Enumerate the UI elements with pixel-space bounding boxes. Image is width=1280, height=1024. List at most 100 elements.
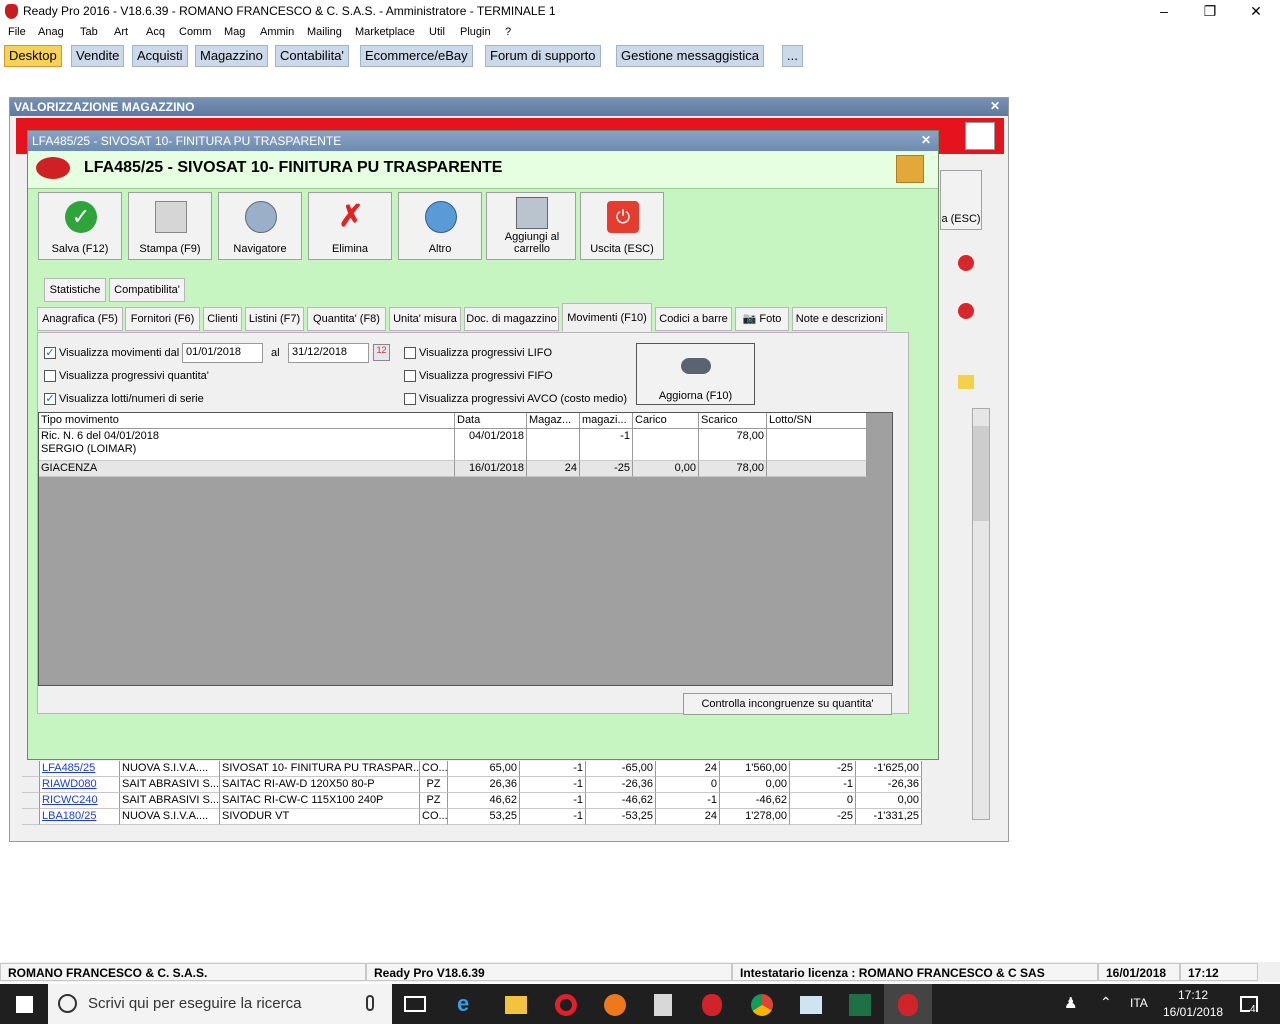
language-indicator[interactable]: ITA xyxy=(1130,996,1148,1010)
tab-clienti[interactable]: Clienti xyxy=(203,307,242,331)
tab-listini[interactable]: Listini (F7) xyxy=(245,307,304,331)
chevron-up-icon[interactable]: ⌃ xyxy=(1100,994,1112,1011)
tab-statistiche[interactable]: Statistiche xyxy=(44,278,106,302)
date-from-field[interactable]: 01/01/2018 xyxy=(182,343,263,363)
windows-start-icon[interactable] xyxy=(16,996,33,1013)
tab-desktop[interactable]: Desktop xyxy=(4,45,62,67)
readypro-active-icon[interactable] xyxy=(884,984,932,1024)
col-magazi[interactable]: magazi... xyxy=(580,413,633,429)
tab-doc-magazzino[interactable]: Doc. di magazzino xyxy=(464,307,559,331)
row-selector[interactable] xyxy=(22,777,40,793)
tab-magazzino[interactable]: Magazzino xyxy=(195,45,268,67)
tab-vendite[interactable]: Vendite xyxy=(71,45,125,67)
tab-contabilita[interactable]: Contabilita' xyxy=(275,45,349,67)
maximize-icon[interactable]: ❐ xyxy=(1187,0,1233,24)
chrome-icon[interactable] xyxy=(751,994,773,1016)
grid-cell: -1'331,25 xyxy=(856,809,922,825)
article-code-link[interactable]: LBA180/25 xyxy=(40,809,120,825)
checkbox-fifo[interactable] xyxy=(404,370,416,382)
calculator-icon[interactable] xyxy=(654,994,672,1016)
menu-item[interactable]: Art xyxy=(114,26,128,38)
folder-icon[interactable] xyxy=(958,375,974,389)
tab-quantita[interactable]: Quantita' (F8) xyxy=(307,307,386,331)
edge-icon[interactable]: e xyxy=(457,993,479,1016)
menu-item[interactable]: Mailing xyxy=(307,26,342,38)
col-tipo[interactable]: Tipo movimento xyxy=(39,413,455,429)
tab-ecommerce[interactable]: Ecommerce/eBay xyxy=(360,45,473,67)
print-button[interactable]: Stampa (F9) xyxy=(128,192,212,260)
close-icon[interactable]: ✕ xyxy=(990,99,1000,113)
row-selector[interactable] xyxy=(22,793,40,809)
menu-item[interactable]: Mag xyxy=(224,26,245,38)
menu-item[interactable]: Anag xyxy=(38,26,64,38)
checkbox-lifo[interactable] xyxy=(404,347,416,359)
people-icon[interactable]: ♟ xyxy=(1064,994,1080,1012)
tab-foto[interactable]: 📷 Foto xyxy=(735,307,789,331)
giacenza-row[interactable]: GIACENZA xyxy=(39,461,455,477)
delete-icon[interactable] xyxy=(958,303,974,319)
clock-time[interactable]: 17:12 xyxy=(1178,988,1208,1002)
menu-item[interactable]: Plugin xyxy=(460,26,491,38)
col-lotto[interactable]: Lotto/SN xyxy=(767,413,867,429)
tab-anagrafica[interactable]: Anagrafica (F5) xyxy=(37,307,123,331)
tab-messaggistica[interactable]: Gestione messaggistica xyxy=(616,45,765,67)
tab-codici-barre[interactable]: Codici a barre xyxy=(655,307,732,331)
article-code-link[interactable]: LFA485/25 xyxy=(40,761,120,777)
exit-button[interactable]: ⏻ Uscita (ESC) xyxy=(580,192,664,260)
article-code-link[interactable]: RIAWD080 xyxy=(40,777,120,793)
calendar-icon[interactable]: 12 xyxy=(373,344,390,361)
row-selector[interactable] xyxy=(22,761,40,777)
tab-acquisti[interactable]: Acquisti xyxy=(132,45,188,67)
col-data[interactable]: Data xyxy=(455,413,527,429)
table-row[interactable]: Ric. N. 6 del 04/01/2018 SERGIO (LOIMAR) xyxy=(39,429,455,461)
article-code-link[interactable]: RICWC240 xyxy=(40,793,120,809)
scroll-thumb[interactable] xyxy=(973,426,989,521)
tab-more[interactable]: ... xyxy=(782,45,803,67)
checkbox-prog-quantita[interactable] xyxy=(44,370,56,382)
taskbar-search[interactable]: Scrivi qui per eseguire la ricerca xyxy=(48,984,392,1024)
explorer-icon[interactable] xyxy=(505,996,527,1014)
save-button[interactable]: ✓ Salva (F12) xyxy=(38,192,122,260)
add-to-cart-button[interactable]: Aggiungi al carrello xyxy=(486,192,576,260)
opera-icon[interactable] xyxy=(555,994,577,1016)
menu-item[interactable]: Marketplace xyxy=(355,26,415,38)
check-incongruenze-button[interactable]: Controlla incongruenze su quantita' xyxy=(683,693,892,715)
navigator-button[interactable]: Navigatore xyxy=(218,192,302,260)
menu-item[interactable]: Acq xyxy=(146,26,165,38)
menu-item[interactable]: Ammin xyxy=(260,26,294,38)
date-to-field[interactable]: 31/12/2018 xyxy=(288,343,369,363)
checkbox-avco[interactable] xyxy=(404,393,416,405)
photos-icon[interactable] xyxy=(800,996,822,1014)
menu-item[interactable]: Tab xyxy=(80,26,98,38)
tab-forum[interactable]: Forum di supporto xyxy=(485,45,601,67)
excel-icon[interactable] xyxy=(849,994,871,1016)
aggiorna-button[interactable]: Aggiorna (F10) xyxy=(636,343,755,405)
menu-item[interactable]: ? xyxy=(505,26,511,38)
tab-note[interactable]: Note e descrizioni xyxy=(792,307,887,331)
tab-movimenti[interactable]: Movimenti (F10) xyxy=(562,303,652,332)
clock-date[interactable]: 16/01/2018 xyxy=(1163,1005,1223,1019)
other-button[interactable]: Altro xyxy=(398,192,482,260)
tab-fornitori[interactable]: Fornitori (F6) xyxy=(125,307,200,331)
esc-button[interactable]: a (ESC) xyxy=(940,170,982,230)
minimize-icon[interactable]: – xyxy=(1141,0,1187,24)
microphone-icon[interactable] xyxy=(366,995,374,1011)
firefox-icon[interactable] xyxy=(604,994,626,1016)
row-selector[interactable] xyxy=(22,809,40,825)
tab-unita-misura[interactable]: Unita' misura xyxy=(389,307,461,331)
close-icon[interactable]: ✕ xyxy=(921,133,931,147)
menu-item[interactable]: Comm xyxy=(179,26,211,38)
delete-button[interactable]: ✗ Elimina xyxy=(308,192,392,260)
readypro-icon[interactable] xyxy=(702,994,722,1016)
menu-item[interactable]: Util xyxy=(429,26,445,38)
task-view-icon[interactable] xyxy=(404,996,426,1012)
checkbox-lotti[interactable]: ✓ xyxy=(44,393,56,405)
delete-icon[interactable] xyxy=(958,255,974,271)
col-magaz[interactable]: Magaz... xyxy=(527,413,580,429)
col-carico[interactable]: Carico xyxy=(633,413,699,429)
checkbox-movimenti[interactable]: ✓ xyxy=(44,347,56,359)
tab-compatibilita[interactable]: Compatibilita' xyxy=(109,278,185,302)
close-icon[interactable]: ✕ xyxy=(1233,0,1279,24)
col-scarico[interactable]: Scarico xyxy=(699,413,767,429)
menu-item[interactable]: File xyxy=(8,26,26,38)
